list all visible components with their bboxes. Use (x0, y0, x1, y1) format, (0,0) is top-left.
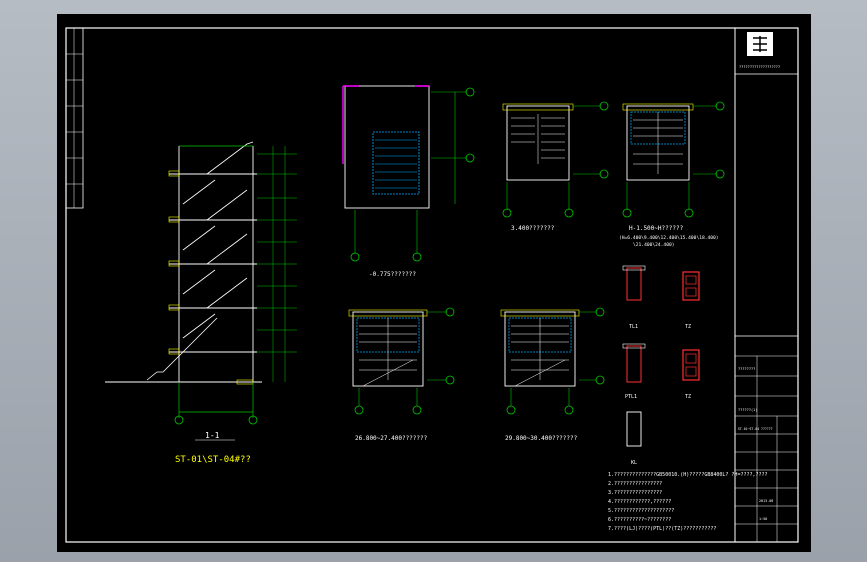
plan-0775[interactable]: -0.775??????? (342, 85, 475, 278)
axis-bubble (412, 405, 422, 415)
plan-title: -0.775??????? (369, 271, 416, 278)
stair-treads (633, 112, 683, 174)
axis-bubble (564, 405, 574, 415)
detail-kl[interactable]: KL (626, 411, 642, 466)
title-block (734, 27, 799, 543)
plan-3400[interactable]: 3.400??????? (502, 101, 609, 232)
detail-tl1[interactable]: TL1 (622, 265, 646, 330)
axis-bubble (715, 101, 725, 111)
detail-stirrup (685, 287, 697, 297)
note-line: 1.??????????????GB50010.(H)?????GB8400L?… (608, 472, 768, 478)
plan-walls (342, 85, 429, 164)
axis-bubble (354, 405, 364, 415)
detail-stirrup (685, 353, 697, 364)
axis-bubble (465, 153, 475, 163)
detail-section (626, 411, 642, 447)
beam-outline (502, 103, 574, 111)
drawing-sheet[interactable]: ??????????????????? ???????? ??????(1) S… (57, 14, 811, 552)
axis-bubble (595, 307, 605, 317)
axis-bubble (595, 375, 605, 385)
plan-subtitle: (H=6.400\9.400\12.400\15.400\18.400) (619, 235, 719, 241)
plan-title: H-1.500~H?????? (629, 225, 684, 232)
axis-bubble (506, 405, 516, 415)
project-name: ???????? (738, 367, 755, 371)
company-name: ??????????????????? (739, 65, 780, 69)
detail-section (682, 349, 700, 381)
section-levels (257, 146, 297, 382)
detail-label: KL (631, 460, 637, 466)
detail-stirrup (685, 275, 697, 285)
note-line: 4.????????????,?????? (608, 499, 671, 505)
section-subtitle: ST-01\ST-04#?? (175, 455, 251, 465)
plan-outline (344, 85, 430, 209)
plan-axes (626, 105, 717, 210)
stair-flights (146, 141, 254, 381)
drawing-number: ST-01~ST-04 ?????? (738, 427, 773, 431)
axis-bubble (445, 375, 455, 385)
axis-bubble (684, 208, 694, 218)
plan-subtitle-2: \21.400\24.400) (633, 242, 675, 248)
axis-bubble (622, 208, 632, 218)
detail-ptl1[interactable]: PTL1 (622, 343, 646, 400)
detail-section (626, 345, 642, 383)
section-structure (105, 146, 262, 383)
axis-bubble (350, 252, 360, 262)
drawing-scale: 1:50 (759, 517, 767, 521)
stair-hatch (372, 131, 420, 195)
detail-stirrup (685, 366, 697, 377)
beam-outline (348, 309, 428, 317)
general-notes[interactable]: 1.??????????????GB50010.(H)?????GB8400L?… (608, 472, 768, 532)
section-title: 1-1 (205, 431, 220, 440)
note-line: 3.???????????????? (608, 490, 662, 496)
plan-h1500[interactable]: H-1.500~H?????? (H=6.400\9.400\12.400\15… (619, 101, 725, 248)
drawing-date: 2013.08 (759, 499, 773, 503)
plan-title: 26.800~27.400??????? (355, 435, 428, 442)
axis-bubble (445, 307, 455, 317)
axis-bubble (599, 169, 609, 179)
binding-strip-ruling (66, 28, 83, 208)
detail-label: TZ (685, 324, 691, 330)
axis-bubble (564, 208, 574, 218)
beam-outline (622, 103, 694, 111)
axis-bubble (465, 87, 475, 97)
note-line: 5.???????????????????? (608, 508, 674, 514)
axis-bubble (412, 252, 422, 262)
detail-label: TL1 (629, 324, 638, 330)
title-block-rows (735, 355, 798, 542)
binding-strip (65, 27, 84, 209)
axis-bubble (599, 101, 609, 111)
section-1-1[interactable]: 1-1 ST-01\ST-04#?? (105, 141, 297, 465)
detail-tz-2[interactable]: TZ (682, 349, 700, 400)
plan-title: 3.400??????? (511, 225, 555, 232)
detail-tz-1[interactable]: TZ (682, 271, 700, 330)
stair-hatch-lines (375, 139, 417, 189)
detail-label: TZ (685, 394, 691, 400)
plan-29800[interactable]: 29.800~30.400??????? (500, 307, 605, 442)
axis-bubble (502, 208, 512, 218)
note-line: 6.??????????~???????? (608, 517, 671, 523)
detail-label: PTL1 (625, 394, 637, 400)
axis-bubble (715, 169, 725, 179)
plan-26800[interactable]: 26.800~27.400??????? (348, 307, 455, 442)
note-line: 2.???????????????? (608, 481, 662, 487)
note-line: 7.????(LJ)????(PTL)??(TZ)??????????? (608, 526, 716, 532)
drawing-canvas: ??????????????????? ???????? ??????(1) S… (65, 27, 799, 543)
stair-treads (511, 114, 565, 164)
plan-title: 29.800~30.400??????? (505, 435, 578, 442)
cad-viewport[interactable]: ??????????????????? ???????? ??????(1) S… (0, 0, 867, 562)
beam-outline (500, 309, 580, 317)
plan-axes (354, 91, 467, 254)
drawing-name: ??????(1) (738, 408, 757, 412)
company-logo-glyph (753, 36, 767, 52)
detail-section (626, 267, 642, 301)
